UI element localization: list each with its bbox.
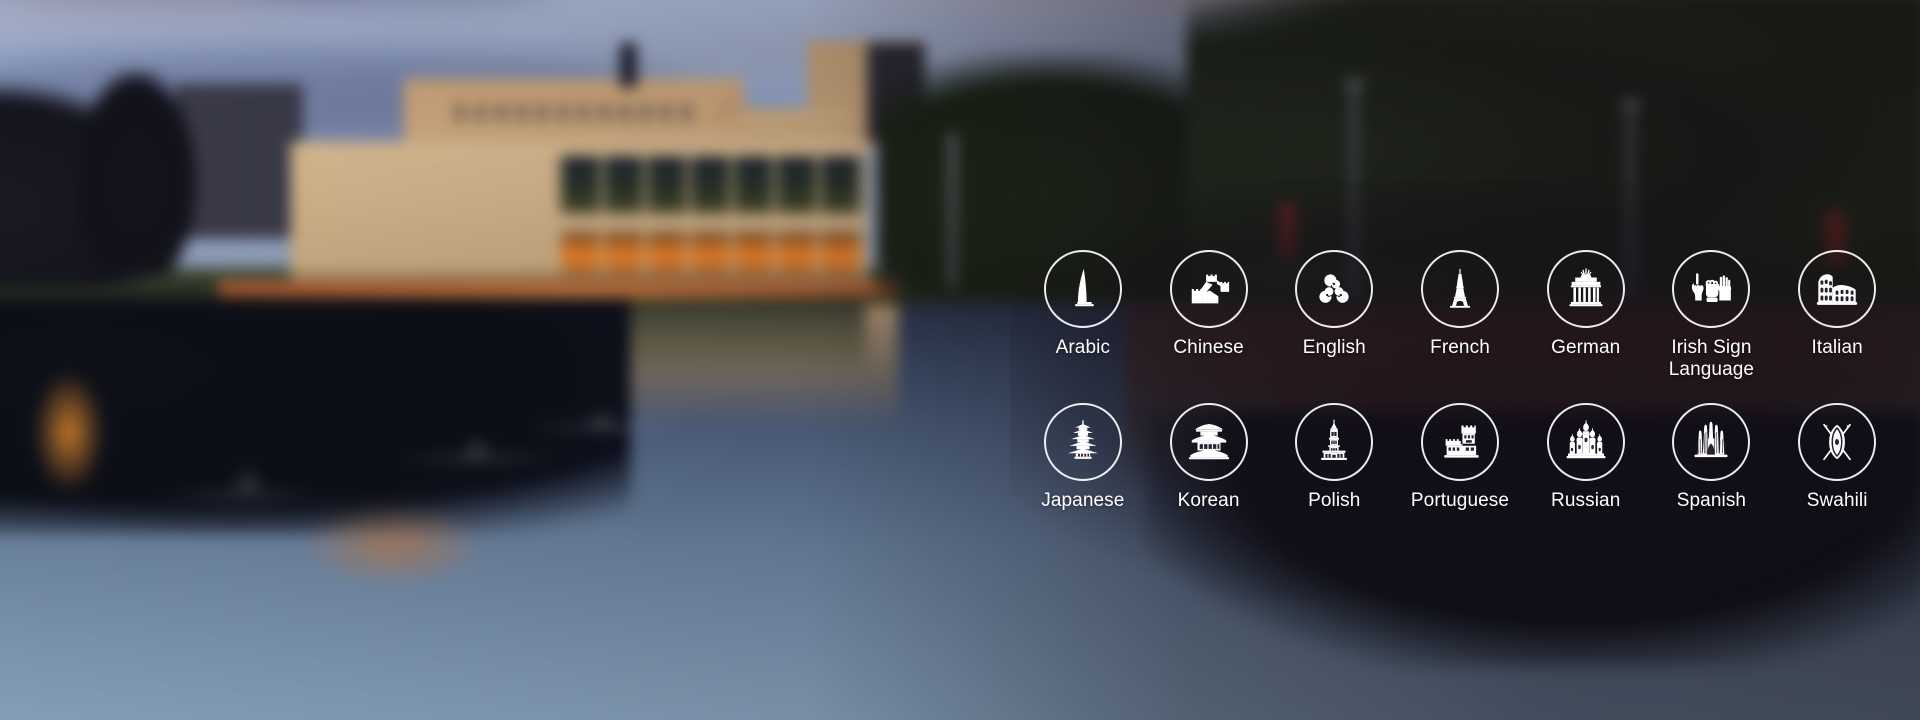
pagoda-icon [1067,420,1098,459]
lamp-head [1620,100,1641,107]
sign-language-hands-icon [1692,273,1732,302]
language-option-swahili[interactable]: Swahili [1774,403,1900,512]
palace-of-culture-icon [1321,419,1348,460]
language-label: German [1551,337,1621,358]
language-option-english[interactable]: English [1271,250,1397,381]
belem-tower-icon [1444,425,1479,458]
language-label: Chinese [1173,337,1244,358]
language-label: French [1430,337,1490,358]
language-option-chinese[interactable]: Chinese [1146,250,1272,381]
sagrada-familia-icon [1694,421,1728,458]
language-option-irish-sign-language[interactable]: Irish Sign Language [1649,250,1775,381]
language-icon-circle[interactable] [1672,403,1751,481]
language-option-russian[interactable]: Russian [1523,403,1649,512]
language-icon-circle[interactable] [1546,250,1625,328]
eiffel-tower-icon [1449,268,1471,308]
language-icon-circle[interactable] [1295,403,1374,481]
language-option-portuguese[interactable]: Portuguese [1397,403,1523,512]
building-mullions [556,154,866,278]
language-option-french[interactable]: French [1397,250,1523,381]
language-icon-circle[interactable] [1798,403,1877,481]
warm-light-reflection [300,504,487,587]
lamp-post [949,133,955,288]
maasai-shield-icon [1823,423,1851,461]
saint-basils-cathedral-icon [1566,420,1606,459]
roof-sculpture [620,42,637,89]
language-option-japanese[interactable]: Japanese [1020,403,1146,512]
language-icon-circle[interactable] [1169,250,1248,328]
duck-wake [166,491,322,495]
warm-light-reflection [33,370,106,494]
korean-palace-icon [1188,424,1229,460]
language-icon-circle[interactable] [1420,250,1499,328]
language-option-german[interactable]: German [1523,250,1649,381]
language-icon-circle[interactable] [1798,250,1877,328]
language-label: Spanish [1676,490,1747,511]
language-option-spanish[interactable]: Spanish [1649,403,1775,512]
language-label: Polish [1308,490,1361,511]
language-label: Italian [1811,337,1863,358]
great-wall-icon [1191,274,1229,304]
duck-wake [393,456,559,460]
duck [465,440,489,457]
language-option-korean[interactable]: Korean [1146,403,1272,512]
language-icon-circle[interactable] [1043,250,1122,328]
language-selector-page: Arabic Chinese English French German Iri… [0,0,1920,720]
building-window-row [455,104,695,122]
language-label: Portuguese [1410,490,1510,511]
brandenburg-gate-icon [1569,268,1603,307]
language-label: Irish Sign Language [1668,337,1755,380]
language-label: Russian [1551,490,1621,511]
language-icon-circle[interactable] [1672,250,1751,328]
sunlit-shore-strip [218,289,940,299]
language-option-italian[interactable]: Italian [1774,250,1900,381]
lamp-head [1344,79,1365,87]
duck [236,473,260,490]
language-icon-circle[interactable] [1546,403,1625,481]
language-icon-circle[interactable] [1295,250,1374,328]
language-icon-circle[interactable] [1043,403,1122,481]
triple-spiral-icon [1319,274,1349,303]
conifer-tree [74,69,198,276]
language-selector-grid: Arabic Chinese English French German Iri… [1020,250,1900,512]
burj-al-arab-icon [1074,268,1094,307]
language-icon-circle[interactable] [1169,403,1248,481]
language-label: Arabic [1055,337,1111,358]
language-option-arabic[interactable]: Arabic [1020,250,1146,381]
language-icon-circle[interactable] [1420,403,1499,481]
language-label: Japanese [1041,490,1125,511]
duck-wake [527,425,682,430]
colosseum-icon [1817,274,1858,305]
language-label: English [1302,337,1366,358]
language-option-polish[interactable]: Polish [1271,403,1397,512]
language-label: Korean [1177,490,1240,511]
language-label: Swahili [1806,490,1868,511]
